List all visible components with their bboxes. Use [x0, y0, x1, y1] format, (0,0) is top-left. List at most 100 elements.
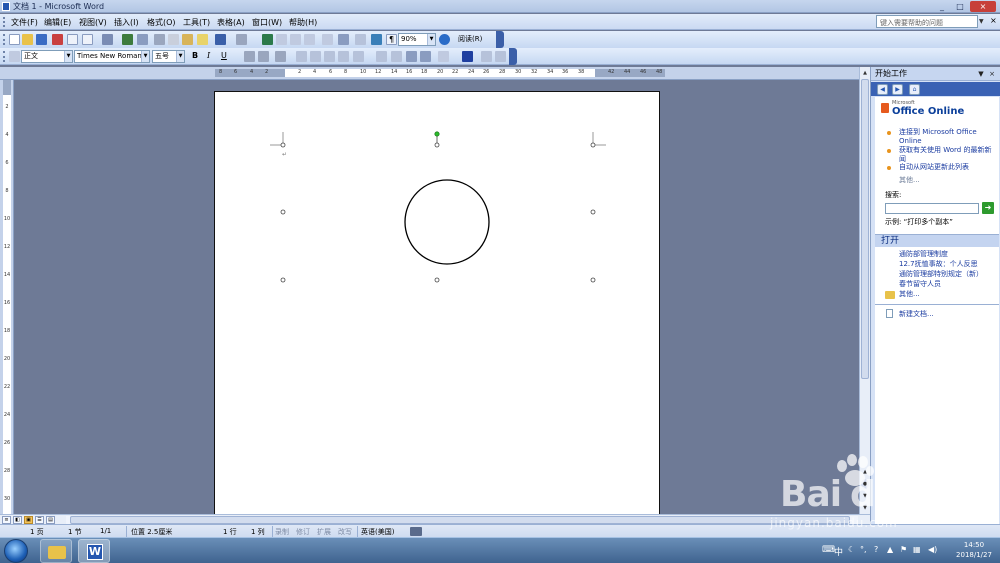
- font-dropdown-icon[interactable]: ▼: [141, 51, 149, 62]
- horizontal-ruler[interactable]: 8 6 4 2 2 4 6 8 10 12 14 16 18 20 22 24 26 28 30 32 34 36 38 42…: [0, 67, 870, 80]
- more-link[interactable]: 其他...: [899, 175, 920, 185]
- pane-forward-icon[interactable]: ▶: [892, 84, 903, 95]
- numbering-icon[interactable]: [376, 51, 387, 62]
- spelling-icon[interactable]: [122, 34, 133, 45]
- web-view-icon[interactable]: ◧: [13, 516, 22, 524]
- menu-table[interactable]: 表格(A): [217, 17, 245, 28]
- doc-close-button[interactable]: ×: [990, 16, 997, 25]
- columns-icon[interactable]: [322, 34, 333, 45]
- tray-up-icon[interactable]: ▲: [887, 545, 893, 554]
- toolbar-options-icon-2[interactable]: [509, 48, 517, 65]
- taskbar-clock[interactable]: 14:50 2018/1/27: [952, 540, 996, 560]
- normal-view-icon[interactable]: ≡: [2, 516, 11, 524]
- recent-file-1[interactable]: 通防部管理制度: [899, 250, 948, 259]
- undo-icon[interactable]: [215, 34, 226, 45]
- show-hide-icon[interactable]: [371, 34, 382, 45]
- status-trk[interactable]: 修订: [296, 527, 310, 537]
- print-icon[interactable]: [67, 34, 78, 45]
- menu-edit[interactable]: 编辑(E): [44, 17, 71, 28]
- font-select[interactable]: Times New Roman ▼: [74, 50, 150, 63]
- pane-search-input[interactable]: [885, 203, 979, 214]
- open-icon[interactable]: [22, 34, 33, 45]
- status-language[interactable]: 英语(美国): [361, 527, 394, 537]
- circle-shape[interactable]: [404, 179, 490, 265]
- align-left-icon[interactable]: [296, 51, 307, 62]
- justify-icon[interactable]: [338, 51, 349, 62]
- scroll-up-icon[interactable]: ▲: [861, 68, 869, 78]
- new-document-link[interactable]: 新建文档...: [899, 310, 934, 319]
- copy-icon[interactable]: [168, 34, 179, 45]
- menu-format[interactable]: 格式(O): [147, 17, 176, 28]
- new-icon[interactable]: [9, 34, 20, 45]
- insert-excel-icon[interactable]: [304, 34, 315, 45]
- italic-button[interactable]: I: [207, 51, 210, 60]
- document-page[interactable]: ↵: [214, 91, 660, 514]
- zoom-dropdown-icon[interactable]: ▼: [427, 34, 435, 45]
- hyperlink-icon[interactable]: [262, 34, 273, 45]
- styles-formatting-icon[interactable]: [9, 51, 20, 62]
- tray-network-icon[interactable]: ▦: [913, 545, 921, 554]
- pane-home-icon[interactable]: ⌂: [909, 84, 920, 95]
- permission-icon[interactable]: [52, 34, 63, 45]
- print-layout-icon[interactable]: ▣: [24, 516, 33, 524]
- char-border-icon[interactable]: [244, 51, 255, 62]
- search-go-icon[interactable]: ➜: [982, 202, 994, 214]
- menu-insert[interactable]: 插入(I): [114, 17, 139, 28]
- minimize-button[interactable]: _: [934, 1, 950, 12]
- maximize-button[interactable]: □: [952, 1, 968, 12]
- link-connect-online[interactable]: 连接到 Microsoft Office Online: [899, 128, 995, 146]
- font-color-icon[interactable]: [462, 51, 473, 62]
- toolbar-options-icon[interactable]: [496, 31, 504, 48]
- bold-button[interactable]: B: [192, 51, 198, 60]
- font-size-select[interactable]: 五号 ▼: [152, 50, 185, 63]
- toolbar-grip[interactable]: [3, 34, 6, 45]
- resize-handles[interactable]: [280, 142, 596, 283]
- ime-moon-icon[interactable]: ☾: [848, 545, 855, 554]
- menu-file[interactable]: 文件(F): [11, 17, 38, 28]
- size-dropdown-icon[interactable]: ▼: [176, 51, 184, 62]
- rotation-handle[interactable]: [434, 131, 440, 137]
- pane-dropdown-icon[interactable]: ▼: [976, 69, 986, 79]
- pane-close-icon[interactable]: ×: [987, 69, 997, 79]
- status-ext[interactable]: 扩展: [317, 527, 331, 537]
- insert-table-icon[interactable]: [290, 34, 301, 45]
- print-preview-icon[interactable]: [82, 34, 93, 45]
- format-painter-icon[interactable]: [197, 34, 208, 45]
- vertical-scrollbar[interactable]: ▲ ▲ ● ▼ ▼: [859, 67, 870, 514]
- spelling-status-icon[interactable]: [410, 527, 422, 536]
- menu-tools[interactable]: 工具(T): [183, 17, 210, 28]
- hscroll-thumb[interactable]: [70, 516, 850, 524]
- underline-button[interactable]: U: [221, 51, 227, 60]
- reading-view-icon[interactable]: ▤: [46, 516, 55, 524]
- tray-volume-icon[interactable]: ◀): [928, 545, 937, 554]
- phonetic-guide-icon[interactable]: [481, 51, 492, 62]
- toolbar-grip-2[interactable]: [3, 51, 6, 62]
- menubar-grip[interactable]: [3, 17, 6, 27]
- pane-back-icon[interactable]: ◀: [877, 84, 888, 95]
- decrease-indent-icon[interactable]: [406, 51, 417, 62]
- recent-file-3[interactable]: 通防管理部特别规定（新）: [899, 270, 983, 279]
- ime-help-icon[interactable]: ?: [874, 545, 878, 554]
- help-dropdown-icon[interactable]: ▼: [979, 18, 984, 25]
- link-latest-news[interactable]: 获取有关使用 Word 的最新新闻: [899, 146, 997, 164]
- menu-window[interactable]: 窗口(W): [252, 17, 282, 28]
- menu-help[interactable]: 帮助(H): [289, 17, 317, 28]
- increase-indent-icon[interactable]: [420, 51, 431, 62]
- vertical-ruler[interactable]: 2 4 6 8 10 12 14 16 18 20 22 24 26 28 30: [0, 80, 14, 515]
- align-center-icon[interactable]: [310, 51, 321, 62]
- char-scaling-icon[interactable]: [275, 51, 286, 62]
- outline-view-icon[interactable]: ☰: [35, 516, 44, 524]
- vertical-scroll-thumb[interactable]: [861, 79, 869, 379]
- ime-chinese[interactable]: 中: [834, 545, 843, 558]
- align-right-icon[interactable]: [324, 51, 335, 62]
- cut-icon[interactable]: [154, 34, 165, 45]
- style-dropdown-icon[interactable]: ▼: [64, 51, 72, 62]
- status-rec[interactable]: 录制: [275, 527, 289, 537]
- style-select[interactable]: 正文 ▼: [21, 50, 73, 63]
- line-spacing-icon[interactable]: [353, 51, 364, 62]
- help-search-input[interactable]: 键入需要帮助的问题: [876, 15, 978, 28]
- start-button[interactable]: [4, 539, 28, 563]
- menu-view[interactable]: 视图(V): [79, 17, 107, 28]
- bullets-icon[interactable]: [391, 51, 402, 62]
- save-icon[interactable]: [36, 34, 47, 45]
